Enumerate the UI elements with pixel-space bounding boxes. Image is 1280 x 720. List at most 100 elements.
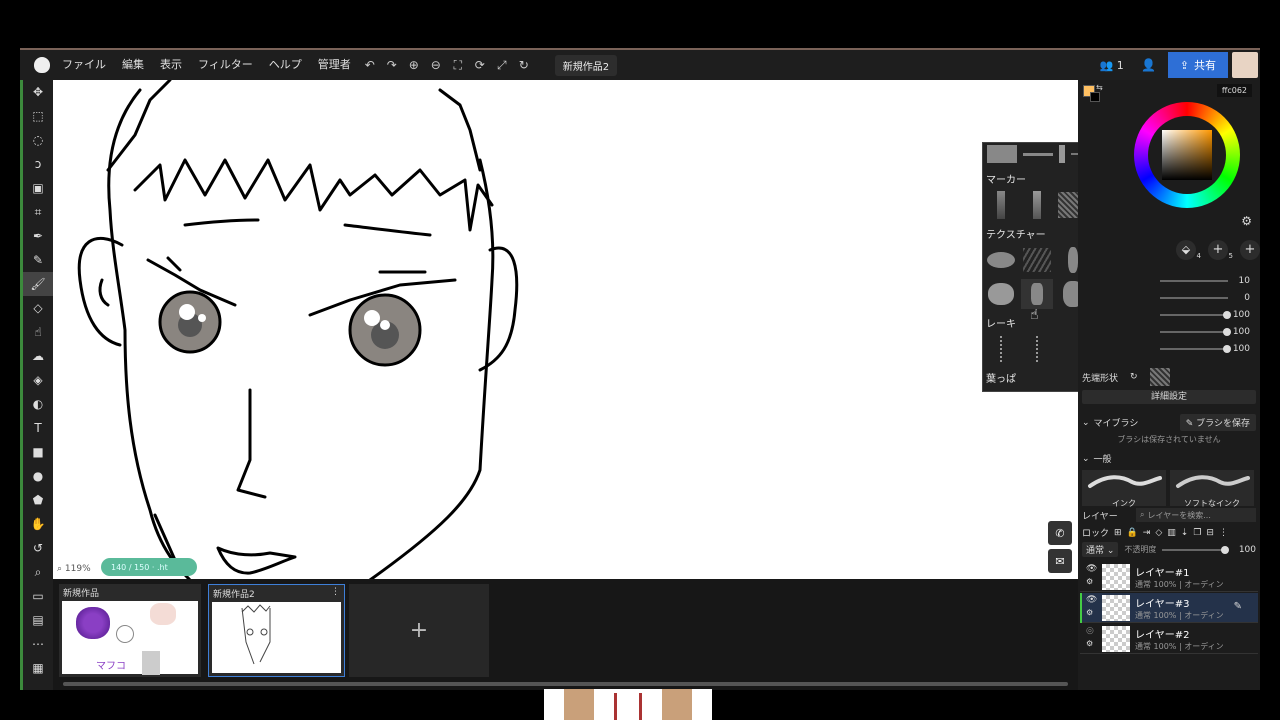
brush-preset-soft-ink[interactable]: ソフトなインク bbox=[1170, 470, 1254, 508]
blend-mode-select[interactable]: 通常 ⌄ bbox=[1082, 542, 1119, 557]
reference-icon[interactable]: ▤ bbox=[23, 608, 53, 632]
brush-slot-6[interactable]: +6 bbox=[1240, 240, 1260, 260]
brush-thumb[interactable] bbox=[1057, 190, 1078, 220]
add-user-icon[interactable]: 👤 bbox=[1138, 54, 1160, 76]
refresh-icon[interactable]: ↻ bbox=[1130, 372, 1138, 382]
more-icon[interactable]: ⋯ bbox=[23, 632, 53, 656]
brush-thumb[interactable] bbox=[1021, 245, 1053, 275]
menu-help[interactable]: ヘルプ bbox=[261, 50, 310, 80]
lock-transparency-icon[interactable]: ⊞ bbox=[1114, 528, 1122, 538]
brush-thumb[interactable] bbox=[1021, 279, 1053, 309]
layer-opacity-slider[interactable] bbox=[1162, 545, 1230, 554]
trash-icon[interactable]: ▥ bbox=[1167, 528, 1176, 538]
app-logo-icon[interactable] bbox=[34, 57, 50, 73]
zoom-tool-icon[interactable]: ⌕ bbox=[23, 560, 53, 584]
brush-thumb[interactable] bbox=[1071, 153, 1078, 155]
document-strip-scrollbar[interactable] bbox=[63, 682, 1068, 686]
brush-thumb[interactable] bbox=[1059, 145, 1065, 163]
smudge-icon[interactable]: ☝ bbox=[23, 320, 53, 344]
color-wheel[interactable] bbox=[1134, 102, 1240, 208]
menu-edit[interactable]: 編集 bbox=[114, 50, 152, 80]
gradient-icon[interactable]: ◐ bbox=[23, 392, 53, 416]
avatar[interactable] bbox=[1232, 52, 1258, 78]
slider-hardness[interactable]: 100 bbox=[1160, 342, 1250, 356]
tip-shape-thumb[interactable] bbox=[1149, 368, 1170, 386]
layer-item[interactable]: ◎ ⚙ レイヤー#2 通常 100% | オーディン bbox=[1080, 624, 1258, 654]
hand-icon[interactable]: ✋ bbox=[23, 512, 53, 536]
crop-icon[interactable]: ⌗ bbox=[23, 200, 53, 224]
slider-size[interactable]: 10 bbox=[1160, 274, 1250, 288]
brush-thumb[interactable] bbox=[985, 245, 1017, 275]
color-hex-field[interactable]: ffc062 bbox=[1216, 84, 1252, 97]
undo-icon[interactable]: ↶ bbox=[359, 54, 381, 76]
layer-search-input[interactable]: ⌕ レイヤーを検索... bbox=[1136, 508, 1256, 522]
status-pill[interactable]: 140 / 150 · .ht bbox=[101, 558, 197, 576]
filmstrip-icon[interactable]: ▦ bbox=[23, 656, 53, 680]
layer-settings-icon[interactable]: ⚙ bbox=[1086, 577, 1093, 586]
call-button[interactable]: ✆ bbox=[1048, 521, 1072, 545]
layer-item[interactable]: 👁 ⚙ レイヤー#1 通常 100% | オーディン bbox=[1080, 562, 1258, 592]
merge-down-icon[interactable]: ⇣ bbox=[1181, 528, 1189, 538]
layer-settings-icon[interactable]: ⚙ bbox=[1086, 639, 1093, 648]
slider-spacing[interactable]: 0 bbox=[1160, 291, 1250, 305]
ellipse-select-icon[interactable]: ◌ bbox=[23, 128, 53, 152]
general-title[interactable]: 一般 bbox=[1094, 452, 1112, 465]
edit-pencil-icon[interactable]: ✎ bbox=[1234, 601, 1242, 612]
add-layer-icon[interactable]: ⊟ bbox=[1206, 528, 1214, 538]
save-brush-button[interactable]: ✎ ブラシを保存 bbox=[1179, 414, 1256, 431]
fill-icon[interactable]: ◈ bbox=[23, 368, 53, 392]
zoom-indicator[interactable]: ⌕ 119% bbox=[57, 564, 91, 574]
advanced-settings-button[interactable]: 詳細設定 bbox=[1082, 390, 1256, 404]
brush-thumb[interactable] bbox=[985, 190, 1017, 220]
document-card[interactable]: 新規作品 マフコ bbox=[59, 584, 201, 677]
move-tool-icon[interactable]: ✥ bbox=[23, 80, 53, 104]
blur-icon[interactable]: ☁ bbox=[23, 344, 53, 368]
eye-hidden-icon[interactable]: ◎ bbox=[1086, 626, 1094, 636]
layer-menu-icon[interactable]: ⋮ bbox=[1219, 528, 1228, 538]
my-brush-title[interactable]: マイブラシ bbox=[1094, 416, 1139, 429]
brush-thumb[interactable] bbox=[1021, 334, 1053, 364]
rotate-icon[interactable]: ⟳ bbox=[469, 54, 491, 76]
menu-view[interactable]: 表示 bbox=[152, 50, 190, 80]
ellipse-shape-icon[interactable]: ● bbox=[23, 464, 53, 488]
zoom-in-icon[interactable]: ⊕ bbox=[403, 54, 425, 76]
eye-icon[interactable]: 👁 bbox=[1086, 595, 1097, 605]
card-menu-icon[interactable]: ⋮ bbox=[331, 587, 340, 600]
fit-icon[interactable]: ⛶ bbox=[447, 54, 469, 76]
document-title[interactable]: 新規作品2 bbox=[554, 54, 618, 76]
document-card-active[interactable]: 新規作品2 ⋮ bbox=[208, 584, 345, 677]
color-square[interactable] bbox=[1162, 130, 1212, 180]
fullscreen-icon[interactable]: ⤢ bbox=[491, 54, 513, 76]
eyedropper-icon[interactable]: ✒ bbox=[23, 224, 53, 248]
polygon-shape-icon[interactable]: ⬟ bbox=[23, 488, 53, 512]
chevron-down-icon[interactable]: ⌄ bbox=[1082, 454, 1090, 464]
pencil-icon[interactable]: ✎ bbox=[23, 248, 53, 272]
redo-icon[interactable]: ↷ bbox=[381, 54, 403, 76]
slider-flow[interactable]: 100 bbox=[1160, 325, 1250, 339]
brush-thumb[interactable] bbox=[985, 334, 1017, 364]
lock-icon[interactable]: 🔒 bbox=[1127, 528, 1138, 538]
swap-colors-icon[interactable]: ⇆ bbox=[1096, 83, 1103, 92]
brush-slot-5[interactable]: +5 bbox=[1208, 240, 1233, 260]
brush-thumb[interactable] bbox=[1057, 245, 1078, 275]
brush-thumb[interactable] bbox=[987, 145, 1017, 163]
background-color-swatch[interactable] bbox=[1090, 92, 1100, 102]
comment-icon[interactable]: ▭ bbox=[23, 584, 53, 608]
rect-shape-icon[interactable]: ■ bbox=[23, 440, 53, 464]
text-icon[interactable]: T bbox=[23, 416, 53, 440]
chat-button[interactable]: ✉ bbox=[1048, 549, 1072, 573]
chevron-down-icon[interactable]: ⌄ bbox=[1082, 418, 1090, 428]
eye-icon[interactable]: 👁 bbox=[1086, 564, 1097, 574]
duplicate-icon[interactable]: ❐ bbox=[1193, 528, 1201, 538]
eraser-icon[interactable]: ◇ bbox=[23, 296, 53, 320]
reset-rotate-icon[interactable]: ↻ bbox=[513, 54, 535, 76]
brush-thumb[interactable] bbox=[985, 279, 1017, 309]
brush-thumb[interactable] bbox=[1021, 190, 1053, 220]
layer-settings-icon[interactable]: ⚙ bbox=[1086, 608, 1093, 617]
add-document-button[interactable]: + bbox=[349, 584, 489, 677]
brush-thumb[interactable] bbox=[1057, 279, 1078, 309]
menu-filter[interactable]: フィルター bbox=[190, 50, 261, 80]
brush-icon[interactable]: 🖌 bbox=[23, 272, 53, 296]
layer-item-active[interactable]: 👁 ⚙ レイヤー#3 通常 100% | オーディン ✎ bbox=[1080, 593, 1258, 623]
color-settings-icon[interactable]: ⚙ bbox=[1241, 214, 1252, 228]
